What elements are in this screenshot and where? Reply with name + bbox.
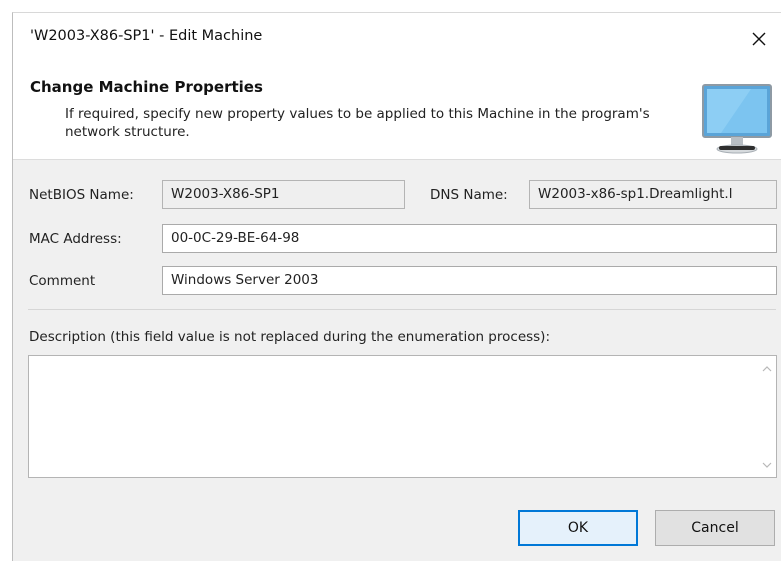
- header-panel: Change Machine Properties If required, s…: [13, 65, 781, 160]
- scroll-up-button[interactable]: [761, 362, 773, 374]
- netbios-name-field[interactable]: W2003-X86-SP1: [162, 180, 405, 209]
- mac-address-field[interactable]: 00-0C-29-BE-64-98: [162, 224, 777, 253]
- close-icon: [752, 32, 766, 46]
- ok-button[interactable]: OK: [518, 510, 638, 546]
- netbios-name-label: NetBIOS Name:: [29, 187, 134, 203]
- monitor-icon: [702, 84, 772, 154]
- header-description: If required, specify new property values…: [65, 106, 650, 140]
- chevron-up-icon: [762, 365, 772, 371]
- description-textarea[interactable]: [28, 355, 777, 478]
- separator: [28, 309, 776, 310]
- mac-address-label: MAC Address:: [29, 231, 122, 247]
- dns-name-field[interactable]: W2003-x86-sp1.Dreamlight.l: [529, 180, 777, 209]
- edit-machine-dialog: 'W2003-X86-SP1' - Edit Machine Change Ma…: [12, 12, 781, 561]
- dns-name-label: DNS Name:: [430, 187, 508, 203]
- close-button[interactable]: [739, 21, 779, 57]
- window-title: 'W2003-X86-SP1' - Edit Machine: [30, 28, 263, 44]
- header-title: Change Machine Properties: [30, 78, 263, 96]
- description-label: Description (this field value is not rep…: [29, 329, 551, 345]
- scroll-down-button[interactable]: [761, 459, 773, 471]
- title-bar: 'W2003-X86-SP1' - Edit Machine: [13, 13, 781, 65]
- cancel-button[interactable]: Cancel: [655, 510, 775, 546]
- comment-label: Comment: [29, 273, 96, 289]
- comment-field[interactable]: Windows Server 2003: [162, 266, 777, 295]
- chevron-down-icon: [762, 462, 772, 468]
